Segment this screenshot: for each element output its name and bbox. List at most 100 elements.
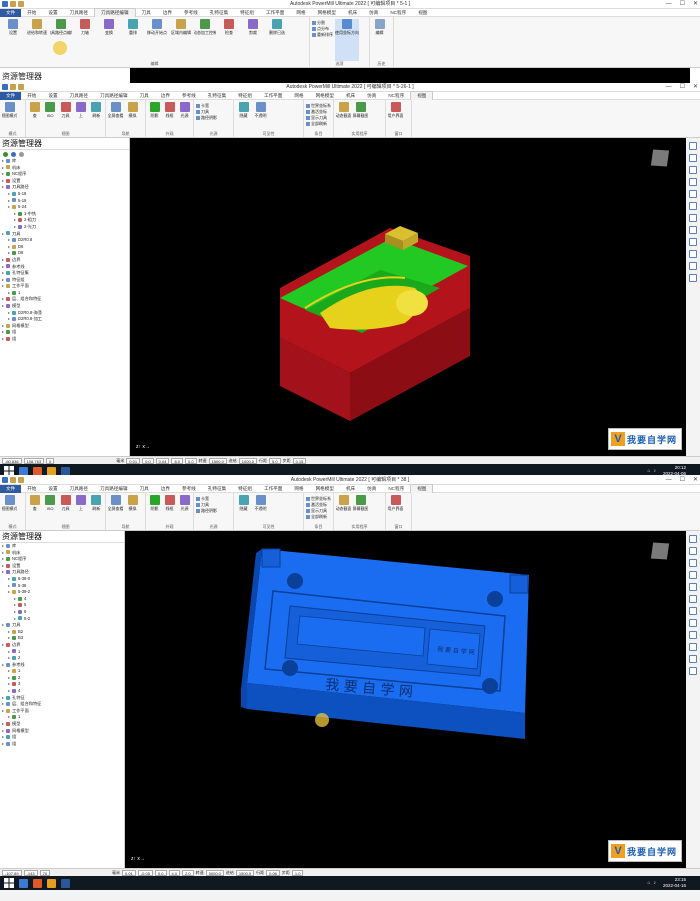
- tab-12[interactable]: 网格模型: [310, 485, 340, 493]
- folder-taskbar-icon[interactable]: [47, 466, 56, 475]
- close-icon[interactable]: ✕: [693, 0, 698, 9]
- tree-item[interactable]: ▸ 5-19: [2, 198, 129, 205]
- viewport-3[interactable]: 我 要 自 学 网 我 要 自 学 网 z↑ x→ V 我要自学网: [125, 531, 686, 868]
- ribbon-button-3[interactable]: 刀具: [59, 102, 72, 131]
- tree-item[interactable]: ▸ NC程序: [2, 556, 124, 563]
- tolerance-field[interactable]: 0.01: [122, 869, 136, 876]
- tree-item[interactable]: ▸ 组: [2, 336, 129, 343]
- tab-4[interactable]: 刀具路径编辑: [94, 92, 134, 100]
- tree-item[interactable]: ▸ 工作平面: [2, 283, 129, 290]
- tab-6[interactable]: 边界: [155, 92, 176, 100]
- tab-13[interactable]: 机床: [340, 92, 361, 100]
- small-option[interactable]: 世界坐标系: [306, 496, 331, 501]
- ribbon-button-0[interactable]: 设置: [2, 19, 24, 61]
- feed-field[interactable]: 1500.0: [235, 869, 255, 876]
- ribbon-button-4[interactable]: 变换: [98, 19, 120, 61]
- small-option[interactable]: 刀具: [196, 502, 217, 507]
- ribbon-button-2[interactable]: ISO: [43, 495, 56, 524]
- ribbon-button-14[interactable]: 屏幕截图: [353, 495, 368, 524]
- step2-field[interactable]: 4.0: [168, 869, 181, 876]
- small-option[interactable]: 激活坐标: [306, 109, 331, 114]
- shade-icon[interactable]: [689, 619, 697, 627]
- network-icon[interactable]: ⌂: [647, 468, 650, 474]
- small-option[interactable]: 卡宽: [196, 103, 217, 108]
- select-icon[interactable]: [689, 262, 697, 270]
- tab-3[interactable]: 刀具路径: [64, 92, 94, 100]
- tab-1[interactable]: 开始: [21, 9, 42, 17]
- small-option[interactable]: 激活坐标: [306, 502, 331, 507]
- tolerance-field[interactable]: 0.01: [126, 457, 141, 464]
- ribbon-button-0[interactable]: 视图模式: [2, 495, 17, 524]
- tab-9[interactable]: 特征组: [234, 9, 260, 17]
- tab-10[interactable]: 工作平面: [260, 9, 290, 17]
- tree-item[interactable]: ▸ 层、组合和特征: [2, 701, 124, 708]
- tab-5[interactable]: 刀具: [136, 9, 157, 17]
- viewport-2[interactable]: z↑ x→ V 我要自学网: [130, 138, 686, 456]
- speed-field[interactable]: 1500.0: [208, 457, 227, 464]
- tab-7[interactable]: 参考线: [176, 92, 202, 100]
- zoom-icon[interactable]: [689, 178, 697, 186]
- tab-8[interactable]: 孔特征集: [204, 9, 234, 17]
- tree-item[interactable]: ▸ 边界: [2, 257, 129, 264]
- block-icon[interactable]: [689, 643, 697, 651]
- tree-item[interactable]: ▸ 刀具: [2, 231, 129, 238]
- minimize-icon[interactable]: —: [666, 83, 672, 92]
- ribbon-button-9[interactable]: 检查: [218, 19, 240, 61]
- block-icon[interactable]: [689, 250, 697, 258]
- view-front-icon[interactable]: [689, 547, 697, 555]
- tab-12[interactable]: 网格模型: [312, 9, 342, 17]
- coord-z[interactable]: 0: [46, 457, 55, 464]
- tab-9[interactable]: 特征组: [232, 485, 258, 493]
- tab-15[interactable]: NC程序: [382, 92, 410, 100]
- small-option[interactable]: 显示刀具: [306, 115, 331, 120]
- tree-item[interactable]: ▸ NC程序: [2, 171, 129, 178]
- tree-item[interactable]: ▸ 组: [2, 329, 129, 336]
- ribbon-button-13[interactable]: 动态截面: [336, 102, 351, 131]
- ribbon-button-8[interactable]: 阴影: [148, 495, 161, 524]
- ribbon-button-1[interactable]: 查: [28, 495, 41, 524]
- step1-field[interactable]: 0.04: [155, 457, 170, 464]
- tab-15[interactable]: NC程序: [382, 485, 410, 493]
- clock[interactable]: 20:12 2022-04-06: [663, 465, 686, 475]
- view-right-icon[interactable]: [689, 166, 697, 174]
- step2-field[interactable]: 8.0: [171, 457, 183, 464]
- ribbon-button-10[interactable]: 光源: [178, 102, 191, 131]
- thickness-field[interactable]: 2.0: [182, 869, 194, 876]
- small-option[interactable]: 显示刀具: [306, 508, 331, 513]
- tree-item[interactable]: ▸ 6: [2, 609, 124, 616]
- ribbon-button-12[interactable]: 不透明: [253, 495, 268, 524]
- small-option[interactable]: 路径阴影: [196, 508, 217, 513]
- small-option[interactable]: 全部刷新: [306, 121, 331, 126]
- viewcube[interactable]: [650, 542, 670, 560]
- tab-14[interactable]: 仿真: [361, 92, 382, 100]
- maximize-icon[interactable]: ☐: [680, 83, 685, 92]
- tree-item[interactable]: ▸ 1-中铣: [2, 211, 129, 218]
- tab-14[interactable]: 仿真: [361, 485, 382, 493]
- tree-item[interactable]: ▸ 2: [2, 675, 124, 682]
- tab-6[interactable]: 边界: [155, 485, 176, 493]
- tree-item[interactable]: ▸ 5-39-2: [2, 589, 124, 596]
- ribbon-button-2[interactable]: ISO: [43, 102, 56, 131]
- tree-item[interactable]: ▸ 刀具路径: [2, 569, 124, 576]
- tab-8[interactable]: 孔特征集: [202, 92, 232, 100]
- tree-item[interactable]: ▸ 5-38: [2, 583, 124, 590]
- windows-start-icon[interactable]: [4, 878, 14, 888]
- tab-4[interactable]: 刀具路径编辑: [94, 485, 134, 493]
- tab-0[interactable]: 文件: [0, 484, 22, 493]
- ribbon-button-10[interactable]: 剪裁: [242, 19, 264, 61]
- tree-item[interactable]: ▸ 4: [2, 688, 124, 695]
- ribbon-button-8[interactable]: 动态加工控制: [194, 19, 216, 61]
- coord-y[interactable]: -143: [23, 869, 38, 876]
- view-right-icon[interactable]: [689, 559, 697, 567]
- tree-item[interactable]: ▸ 刀具: [2, 622, 124, 629]
- ribbon-button-12[interactable]: 不透明: [253, 102, 268, 131]
- zoom-icon[interactable]: [689, 571, 697, 579]
- wireframe-icon[interactable]: [689, 238, 697, 246]
- windows-start-icon[interactable]: [4, 466, 14, 475]
- tab-5[interactable]: 刀具: [134, 92, 155, 100]
- volume-icon[interactable]: ♪: [654, 880, 657, 886]
- maximize-icon[interactable]: ☐: [680, 476, 685, 485]
- tree-item[interactable]: ▸ 库: [2, 158, 129, 165]
- tree-item[interactable]: ▸ 组: [2, 741, 124, 748]
- folder-taskbar-icon[interactable]: [47, 878, 56, 888]
